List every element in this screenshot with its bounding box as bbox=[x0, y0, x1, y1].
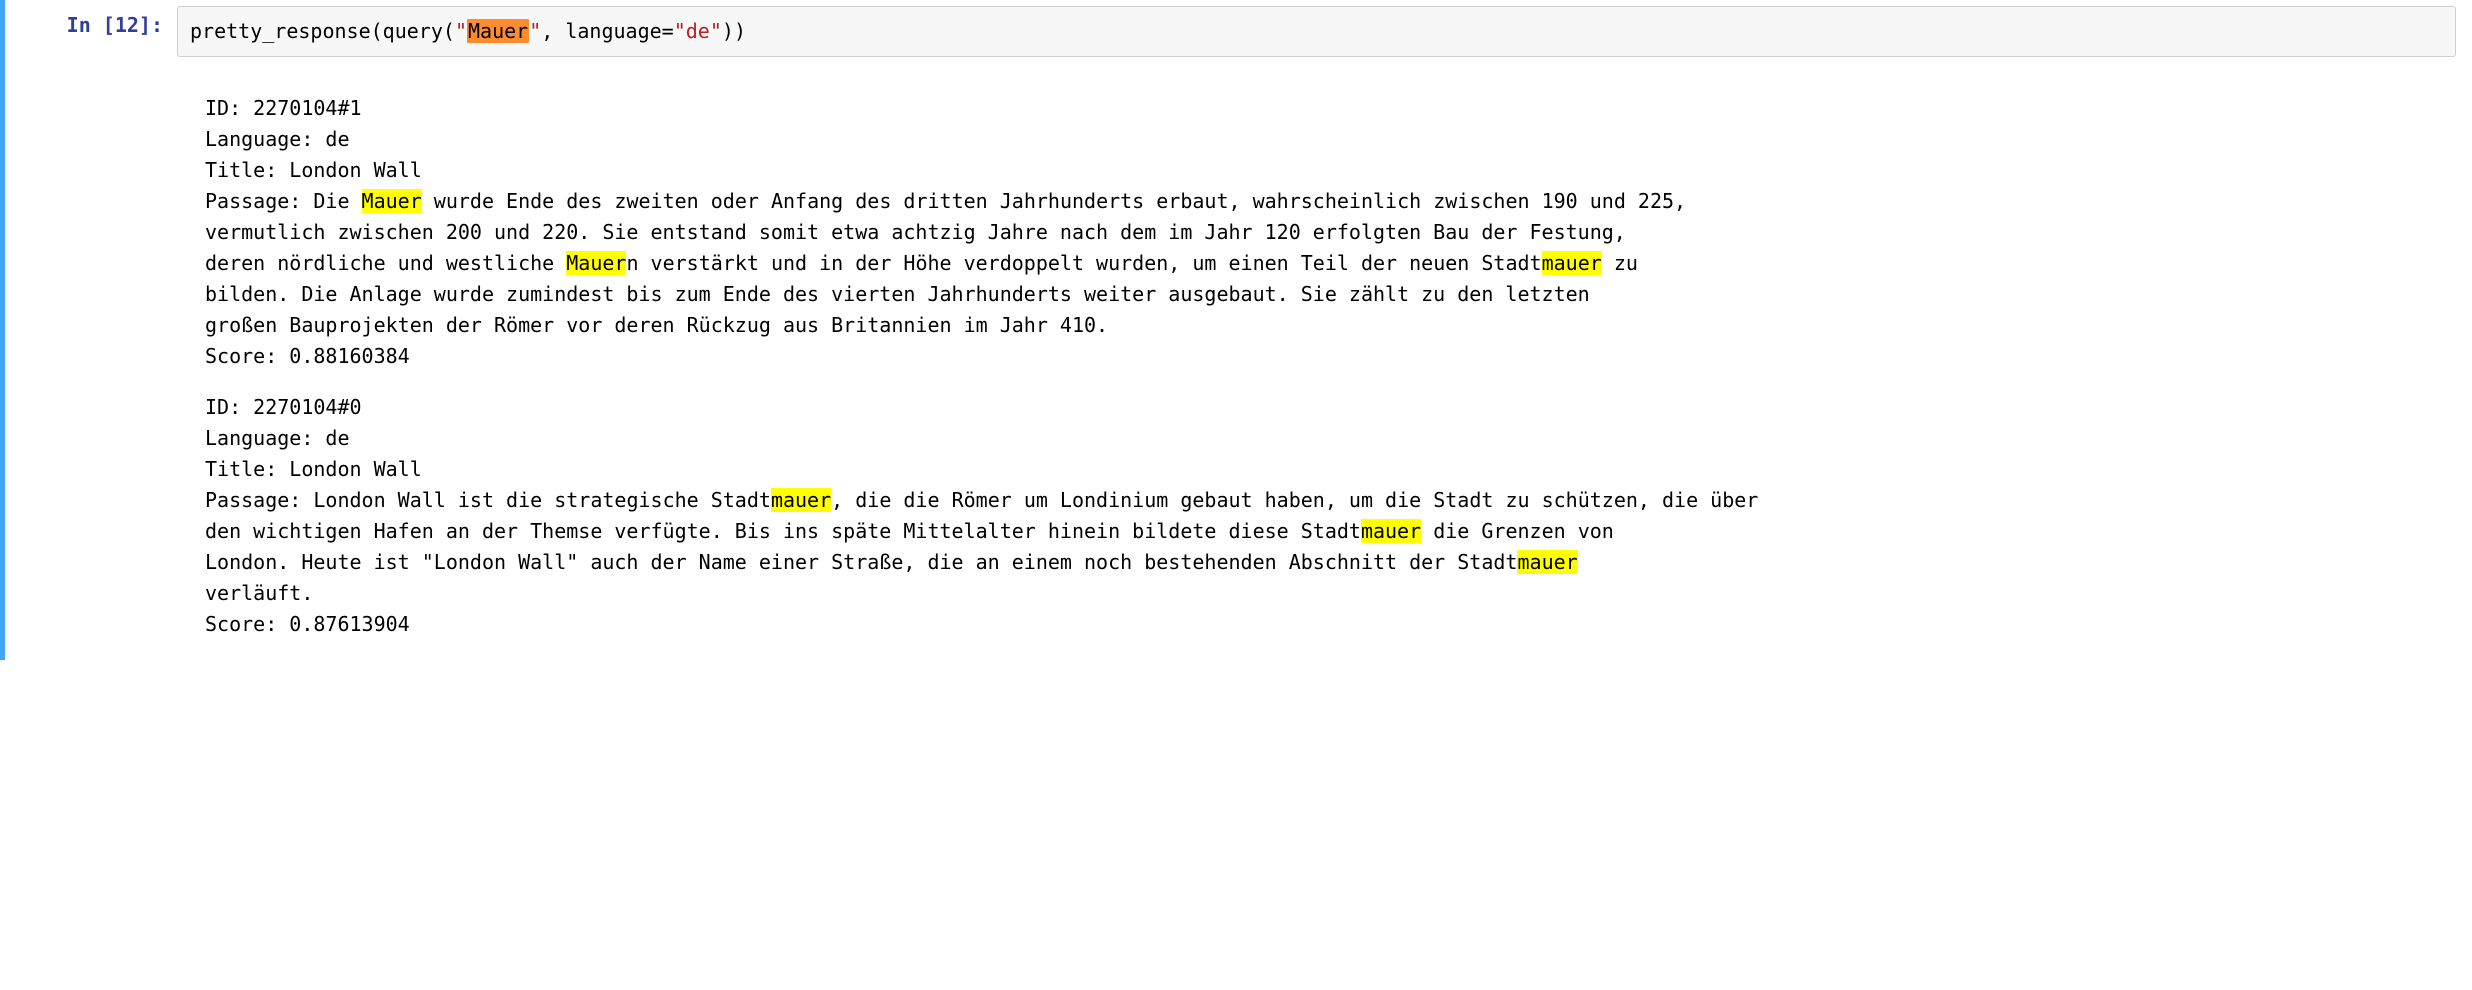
result-field: Score: 0.87613904 bbox=[205, 609, 2456, 640]
result-block: ID: 2270104#1Language: deTitle: London W… bbox=[205, 93, 2456, 372]
result-block: ID: 2270104#0Language: deTitle: London W… bbox=[205, 392, 2456, 640]
highlighted-term: Mauer bbox=[362, 189, 422, 213]
passage-text: London Wall ist die strategische Stadt bbox=[313, 488, 771, 512]
result-field: Score: 0.88160384 bbox=[205, 341, 2456, 372]
close-paren-1: ) bbox=[734, 19, 746, 43]
passage-text: verläuft. bbox=[205, 581, 313, 605]
output-area: ID: 2270104#1Language: deTitle: London W… bbox=[177, 63, 2456, 660]
code-line: pretty_response(query("Mauer", language=… bbox=[190, 19, 746, 43]
notebook-cell: In [12]: pretty_response(query("Mauer", … bbox=[0, 0, 2472, 660]
highlighted-term: mauer bbox=[1542, 251, 1602, 275]
passage-label: Passage: bbox=[205, 488, 313, 512]
func-pretty-response: pretty_response bbox=[190, 19, 371, 43]
lang-value: de bbox=[686, 19, 710, 43]
quote-close-1: " bbox=[529, 19, 541, 43]
passage-label: Passage: bbox=[205, 189, 313, 213]
passage-text: Die bbox=[313, 189, 361, 213]
code-input-area[interactable]: pretty_response(query("Mauer", language=… bbox=[177, 6, 2456, 57]
cell-body: pretty_response(query("Mauer", language=… bbox=[177, 0, 2472, 660]
prompt-column: In [12]: bbox=[5, 0, 177, 660]
highlighted-term: mauer bbox=[1361, 519, 1421, 543]
result-field: Language: de bbox=[205, 423, 2456, 454]
result-field: Language: de bbox=[205, 124, 2456, 155]
result-passage: Passage: London Wall ist die strategisch… bbox=[205, 485, 2456, 609]
open-paren-1: ( bbox=[371, 19, 383, 43]
func-query: query bbox=[383, 19, 443, 43]
highlighted-term: mauer bbox=[771, 488, 831, 512]
quote-open-2: " bbox=[674, 19, 686, 43]
quote-close-2: " bbox=[710, 19, 722, 43]
result-field: Title: London Wall bbox=[205, 454, 2456, 485]
result-field: ID: 2270104#0 bbox=[205, 392, 2456, 423]
result-passage: Passage: Die Mauer wurde Ende des zweite… bbox=[205, 186, 2456, 341]
result-field: Title: London Wall bbox=[205, 155, 2456, 186]
kwarg-language: language bbox=[565, 19, 661, 43]
close-paren-2: ) bbox=[722, 19, 734, 43]
passage-text: n verstärkt und in der Höhe verdoppelt w… bbox=[626, 251, 1541, 275]
equals-sign: = bbox=[662, 19, 674, 43]
execution-prompt: In [12]: bbox=[67, 13, 163, 37]
search-term-highlight: Mauer bbox=[467, 19, 529, 43]
highlighted-term: Mauer bbox=[566, 251, 626, 275]
result-field: ID: 2270104#1 bbox=[205, 93, 2456, 124]
quote-open-1: " bbox=[455, 19, 467, 43]
open-paren-2: ( bbox=[443, 19, 455, 43]
highlighted-term: mauer bbox=[1517, 550, 1577, 574]
arg-comma: , bbox=[541, 19, 565, 43]
